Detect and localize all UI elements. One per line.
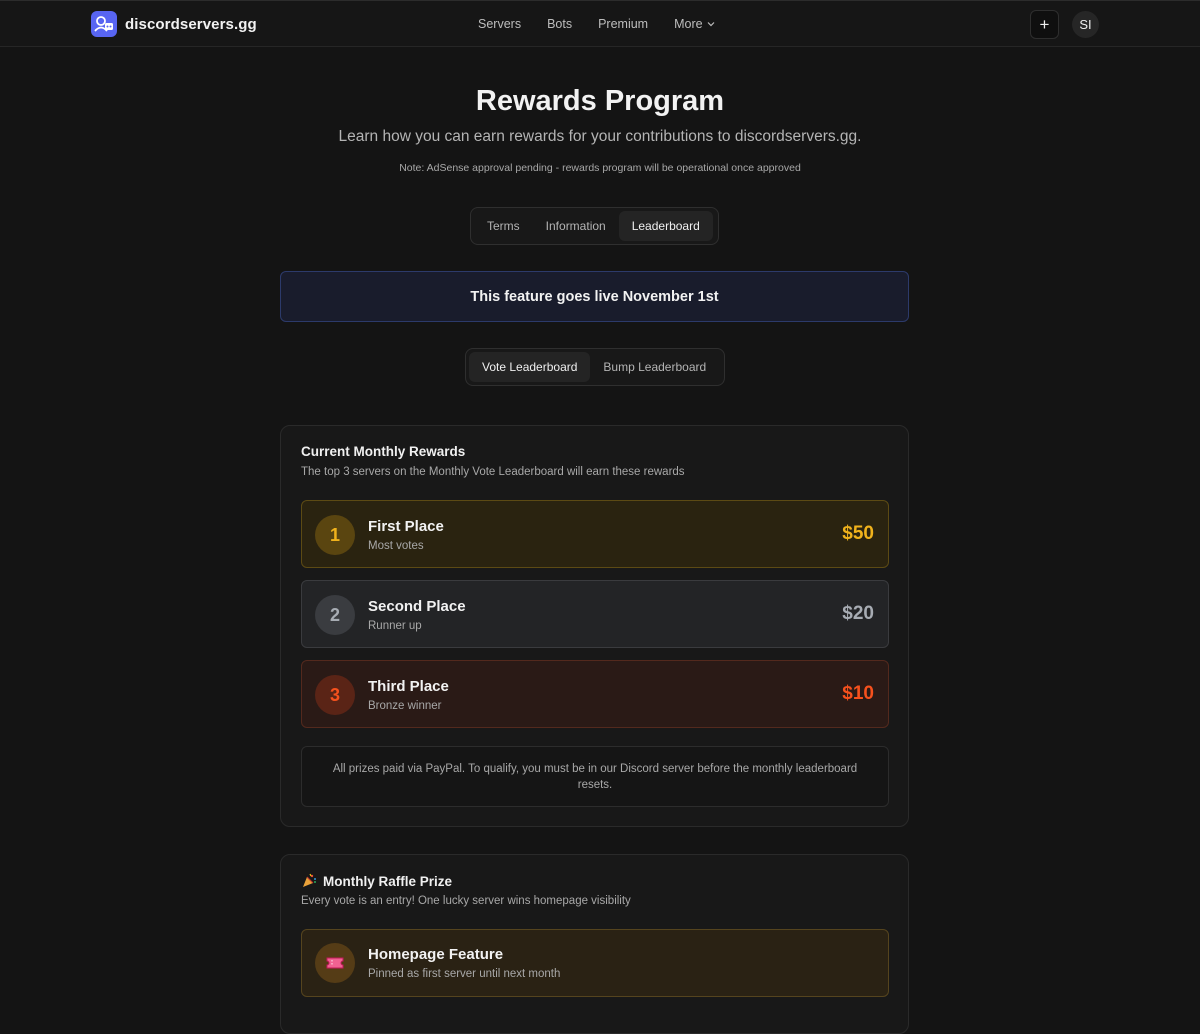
page-subtitle: Learn how you can earn rewards for your … [338,128,862,145]
paypal-note: All prizes paid via PayPal. To qualify, … [301,746,889,807]
monthly-rewards-card: Current Monthly Rewards The top 3 server… [280,425,909,827]
prize-second-place: 2 Second Place Runner up $20 [301,580,889,648]
page-title: Rewards Program [475,85,725,117]
monthly-rewards-title: Current Monthly Rewards [301,444,466,459]
raffle-title-row: Monthly Raffle Prize [301,873,452,889]
nav-more[interactable]: More [674,17,715,31]
brand-name: discordservers.gg [125,15,257,33]
raffle-prize-homepage-feature: Homepage Feature Pinned as first server … [301,929,889,997]
prize-name: First Place [368,518,444,535]
prize-amount: $50 [842,523,874,544]
nav-more-label: More [674,17,703,31]
approval-note: Note: AdSense approval pending - rewards… [399,162,801,174]
prize-third-place: 3 Third Place Bronze winner $10 [301,660,889,728]
prize-desc: Pinned as first server until next month [368,968,561,980]
tab-leaderboard[interactable]: Leaderboard [618,211,713,241]
top-navbar: discordservers.gg Servers Bots Premium M… [0,0,1200,47]
prize-desc: Runner up [368,620,422,632]
prize-name: Homepage Feature [368,946,504,963]
prize-amount: $10 [842,683,874,704]
add-button[interactable]: + [1030,10,1059,39]
live-date-banner: This feature goes live November 1st [280,271,909,322]
tab-terms[interactable]: Terms [474,211,533,241]
prize-name: Third Place [368,678,449,695]
nav-premium[interactable]: Premium [598,17,648,31]
main-nav: Servers Bots Premium More [478,17,715,31]
party-popper-icon [303,873,316,887]
monthly-raffle-card: Monthly Raffle Prize Every vote is an en… [280,854,909,1034]
nav-servers[interactable]: Servers [478,17,521,31]
chevron-down-icon [707,22,715,27]
prize-desc: Most votes [368,540,424,552]
tab-information[interactable]: Information [533,211,619,241]
prize-first-place: 1 First Place Most votes $50 [301,500,889,568]
tab-vote-leaderboard[interactable]: Vote Leaderboard [469,352,591,382]
rank-badge: 2 [315,595,355,635]
rewards-tabs: Terms Information Leaderboard [470,207,719,245]
plus-icon: + [1039,14,1050,34]
leaderboard-tabs: Vote Leaderboard Bump Leaderboard [465,348,725,386]
brand-logo-icon [91,11,117,37]
brand-link[interactable]: discordservers.gg [91,11,257,37]
raffle-subtitle: Every vote is an entry! One lucky server… [301,895,631,907]
tab-bump-leaderboard[interactable]: Bump Leaderboard [590,352,719,382]
prize-desc: Bronze winner [368,700,442,712]
prize-amount: $20 [842,603,874,624]
avatar[interactable]: SI [1072,11,1099,38]
ticket-icon [315,943,355,983]
rank-badge: 1 [315,515,355,555]
rank-badge: 3 [315,675,355,715]
monthly-rewards-subtitle: The top 3 servers on the Monthly Vote Le… [301,466,685,478]
prize-name: Second Place [368,598,466,615]
nav-bots[interactable]: Bots [547,17,572,31]
raffle-title: Monthly Raffle Prize [323,873,453,889]
